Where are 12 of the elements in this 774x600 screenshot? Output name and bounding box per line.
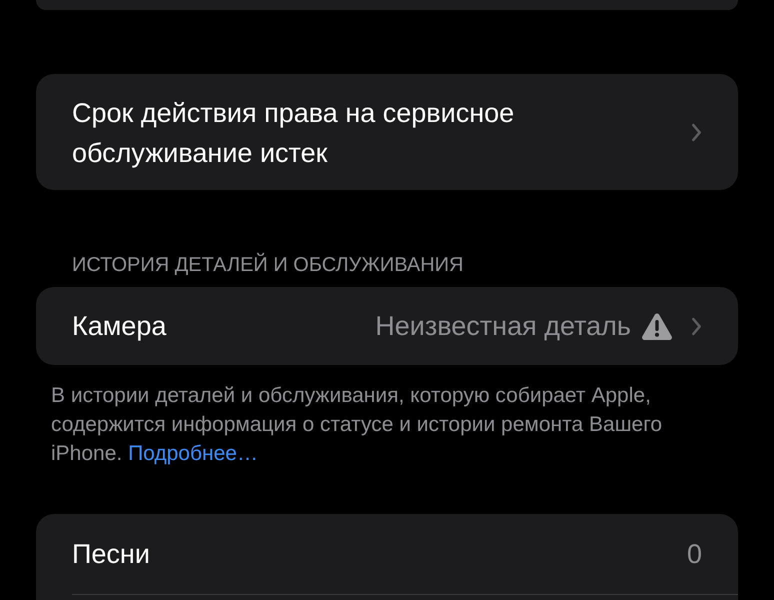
chevron-icon (691, 316, 702, 336)
row-value: Неизвестная деталь (375, 310, 631, 342)
service-row[interactable]: Срок действия права на сервисное обслуживание истек (36, 74, 738, 190)
row-label: Камера (72, 310, 168, 342)
footer-text: В истории деталей и обслуживания, которую собирает Apple, содержится информация о статусе и истории ремонта Вашего iPhone. Подробнее… (50, 383, 664, 467)
row-label: Срок действия права на сервисное обслуживание истек (72, 97, 516, 170)
chevron-icon (691, 122, 702, 142)
row-label: Песни (72, 538, 151, 570)
learn-more-link[interactable]: Подробнее… (128, 442, 258, 465)
section-header: ИСТОРИЯ ДЕТАЛЕЙ И ОБСЛУЖИВАНИЯ (72, 253, 464, 277)
row-value: 0 (686, 538, 702, 570)
part-row[interactable]: Камера Неизвестная деталь (36, 287, 738, 365)
